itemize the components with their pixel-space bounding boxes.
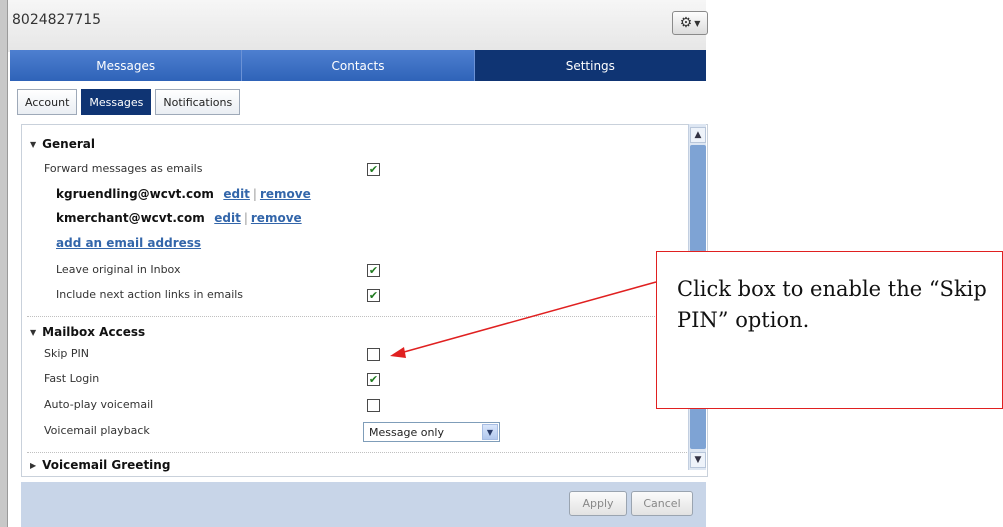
triangle-down-icon: ▼: [30, 139, 37, 149]
chevron-up-icon: ▲: [694, 130, 702, 140]
scroll-down-button[interactable]: ▼: [690, 452, 706, 468]
apply-button[interactable]: Apply: [569, 491, 627, 516]
callout-text: Click box to enable the “Skip PIN” optio…: [677, 277, 987, 332]
remove-email-link[interactable]: remove: [260, 187, 311, 201]
skip-pin-label: Skip PIN: [44, 347, 89, 360]
email-entry: kgruendling@wcvt.com edit | remove: [56, 187, 311, 201]
tab-messages[interactable]: Messages: [10, 50, 243, 81]
tab-settings[interactable]: Settings: [474, 50, 706, 81]
check-icon: ✔: [368, 163, 379, 176]
playback-select-value: Message only: [369, 425, 444, 439]
triangle-right-icon: ▶: [30, 460, 37, 470]
main-tabs: Messages Contacts Settings: [10, 50, 706, 81]
fast-login-label: Fast Login: [44, 372, 100, 385]
window-title: 8024827715: [12, 12, 102, 28]
email-address: kmerchant@wcvt.com: [56, 211, 205, 225]
include-links-checkbox[interactable]: ✔: [367, 289, 380, 302]
forward-label: Forward messages as emails: [44, 162, 203, 175]
playback-select[interactable]: Message only ▼: [363, 422, 500, 442]
check-icon: ✔: [368, 289, 379, 302]
skip-pin-checkbox[interactable]: [367, 348, 380, 361]
subtab-account[interactable]: Account: [17, 89, 78, 115]
add-email-link[interactable]: add an email address: [56, 236, 201, 250]
forward-checkbox[interactable]: ✔: [367, 163, 380, 176]
autoplay-checkbox[interactable]: [367, 399, 380, 412]
link-separator: |: [243, 211, 248, 225]
triangle-down-icon: ▼: [30, 327, 37, 337]
email-address: kgruendling@wcvt.com: [56, 187, 214, 201]
subtab-messages[interactable]: Messages: [81, 89, 152, 115]
link-separator: |: [252, 187, 257, 201]
edit-email-link[interactable]: edit: [214, 211, 241, 225]
include-links-label: Include next action links in emails: [56, 288, 244, 301]
mailbox-section-title: Mailbox Access: [42, 325, 146, 339]
cancel-button[interactable]: Cancel: [631, 491, 693, 516]
greeting-section-title: Voicemail Greeting: [42, 458, 171, 472]
general-section-title: General: [42, 137, 95, 151]
scroll-up-button[interactable]: ▲: [690, 127, 706, 143]
section-divider: [27, 316, 687, 317]
title-bar: 8024827715 ⚙ ▼: [8, 0, 708, 52]
check-icon: ✔: [368, 264, 379, 277]
leave-original-label: Leave original in Inbox: [56, 263, 181, 276]
fast-login-checkbox[interactable]: ✔: [367, 373, 380, 386]
chevron-down-icon: ▼: [482, 424, 498, 440]
leave-original-checkbox[interactable]: ✔: [367, 264, 380, 277]
settings-subtabs: Account Messages Notifications: [17, 89, 241, 115]
playback-label: Voicemail playback: [44, 424, 150, 437]
annotation-callout: Click box to enable the “Skip PIN” optio…: [656, 251, 1003, 409]
window-left-edge: [0, 0, 8, 527]
footer-bar: Apply Cancel: [21, 482, 706, 527]
gear-icon: ⚙: [679, 15, 693, 31]
mailbox-section-header[interactable]: ▼ Mailbox Access: [30, 325, 145, 339]
section-divider: [27, 452, 687, 453]
gear-menu-button[interactable]: ⚙ ▼: [672, 11, 708, 35]
tab-contacts[interactable]: Contacts: [242, 50, 475, 81]
edit-email-link[interactable]: edit: [223, 187, 250, 201]
chevron-down-icon: ▼: [694, 455, 702, 465]
chevron-down-icon: ▼: [694, 18, 701, 28]
autoplay-label: Auto-play voicemail: [44, 398, 154, 411]
email-entry: kmerchant@wcvt.com edit | remove: [56, 211, 302, 225]
add-email-wrapper: add an email address: [56, 236, 201, 250]
remove-email-link[interactable]: remove: [251, 211, 302, 225]
check-icon: ✔: [368, 373, 379, 386]
general-section-header[interactable]: ▼ General: [30, 137, 95, 151]
subtab-notifications[interactable]: Notifications: [155, 89, 241, 115]
greeting-section-header[interactable]: ▶ Voicemail Greeting: [30, 458, 170, 472]
